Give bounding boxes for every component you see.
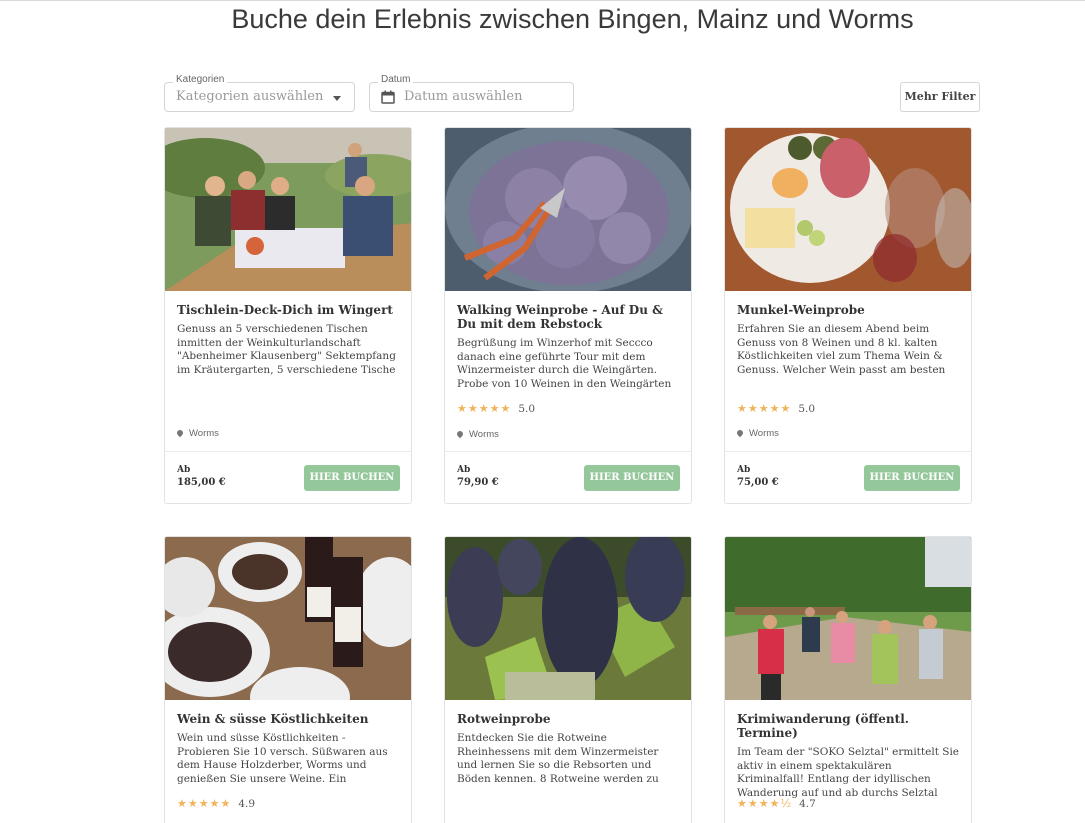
experience-card[interactable]: Krimiwanderung (öffentl. Termine) Im Tea…	[724, 536, 972, 823]
rating: ★★★★★ 4.9	[177, 797, 255, 810]
price-prefix: Ab	[737, 465, 751, 475]
card-title: Walking Weinprobe - Auf Du & Du mit dem …	[457, 303, 663, 331]
card-description: Im Team der "SOKO Selztal" ermittelt Sie…	[737, 746, 959, 801]
card-footer: Ab 185,00 € HIER BUCHEN	[165, 451, 411, 503]
card-description: Erfahren Sie an diesem Abend beim Genuss…	[737, 323, 946, 378]
star-rating-icon: ★★★★★	[457, 402, 512, 415]
card-location: Worms	[735, 428, 779, 439]
rating-value: 4.7	[799, 798, 816, 810]
price: 79,90 €	[457, 477, 499, 488]
experience-card[interactable]: Walking Weinprobe - Auf Du & Du mit dem …	[444, 127, 692, 504]
grapes-in-bucket-photo[interactable]	[445, 128, 691, 291]
book-button[interactable]: HIER BUCHEN	[864, 465, 960, 491]
star-rating-icon: ★★★★★	[177, 797, 232, 810]
hiking-group-photo[interactable]	[725, 537, 971, 700]
card-footer: Ab 79,90 € HIER BUCHEN	[445, 451, 691, 503]
location-text: Worms	[749, 428, 779, 439]
experience-card[interactable]: Rotweinprobe Entdecken Sie die Rotweine …	[444, 536, 692, 823]
card-title: Krimiwanderung (öffentl. Termine)	[737, 712, 909, 740]
book-button[interactable]: HIER BUCHEN	[584, 465, 680, 491]
price-prefix: Ab	[177, 465, 191, 475]
rating-value: 5.0	[798, 403, 816, 415]
red-grapes-photo[interactable]	[445, 537, 691, 700]
card-title: Wein & süsse Köstlichkeiten	[177, 712, 369, 726]
experience-card[interactable]: Munkel-Weinprobe Erfahren Sie an diesem …	[724, 127, 972, 504]
card-description: Begrüßung im Winzerhof mit Seccco danach…	[457, 337, 672, 392]
cheese-and-wine-photo[interactable]	[725, 128, 971, 291]
more-filters-button[interactable]: Mehr Filter	[900, 82, 980, 112]
date-picker[interactable]: Datum Datum auswählen	[369, 74, 574, 112]
star-rating-icon: ★★★★★	[737, 402, 792, 415]
location-text: Worms	[469, 429, 499, 440]
card-description: Entdecken Sie die Rotweine Rheinhessens …	[457, 732, 659, 787]
category-placeholder: Kategorien auswählen	[176, 89, 324, 104]
rating: ★★★★★ 5.0	[457, 402, 535, 415]
rating-value: 4.9	[238, 798, 256, 810]
date-placeholder: Datum auswählen	[404, 89, 523, 104]
experience-card[interactable]: Wein & süsse Köstlichkeiten Wein und süs…	[164, 536, 412, 823]
card-title: Munkel-Weinprobe	[737, 303, 865, 317]
location-pin-icon	[455, 429, 465, 439]
price-prefix: Ab	[457, 465, 471, 475]
card-description: Wein und süsse Köstlichkeiten - Probiere…	[177, 732, 388, 787]
rating: ★★★★★ 5.0	[737, 402, 815, 415]
rating-value: 5.0	[518, 403, 536, 415]
card-title: Tischlein-Deck-Dich im Wingert	[177, 303, 393, 317]
card-footer: Ab 75,00 € HIER BUCHEN	[725, 451, 971, 503]
card-location: Worms	[455, 429, 499, 440]
category-select[interactable]: Kategorien Kategorien auswählen	[164, 74, 355, 112]
top-divider	[0, 0, 1085, 1]
rating: ★★★★½ 4.7	[737, 797, 816, 810]
card-location: Worms	[175, 428, 219, 439]
book-button[interactable]: HIER BUCHEN	[304, 465, 400, 491]
date-label: Datum	[378, 74, 414, 85]
location-pin-icon	[735, 428, 745, 438]
star-rating-icon: ★★★★½	[737, 797, 793, 810]
page-title: Buche dein Erlebnis zwischen Bingen, Mai…	[231, 4, 914, 34]
calendar-icon	[381, 90, 395, 104]
experience-card[interactable]: Tischlein-Deck-Dich im Wingert Genuss an…	[164, 127, 412, 504]
price: 185,00 €	[177, 477, 226, 488]
chevron-down-icon	[333, 96, 341, 101]
people-at-table-photo[interactable]	[165, 128, 411, 291]
price: 75,00 €	[737, 477, 779, 488]
chocolate-and-wine-photo[interactable]	[165, 537, 411, 700]
card-description: Genuss an 5 verschiedenen Tischen inmitt…	[177, 323, 396, 378]
location-pin-icon	[175, 428, 185, 438]
card-title: Rotweinprobe	[457, 712, 551, 726]
category-label: Kategorien	[173, 74, 228, 85]
location-text: Worms	[189, 428, 219, 439]
